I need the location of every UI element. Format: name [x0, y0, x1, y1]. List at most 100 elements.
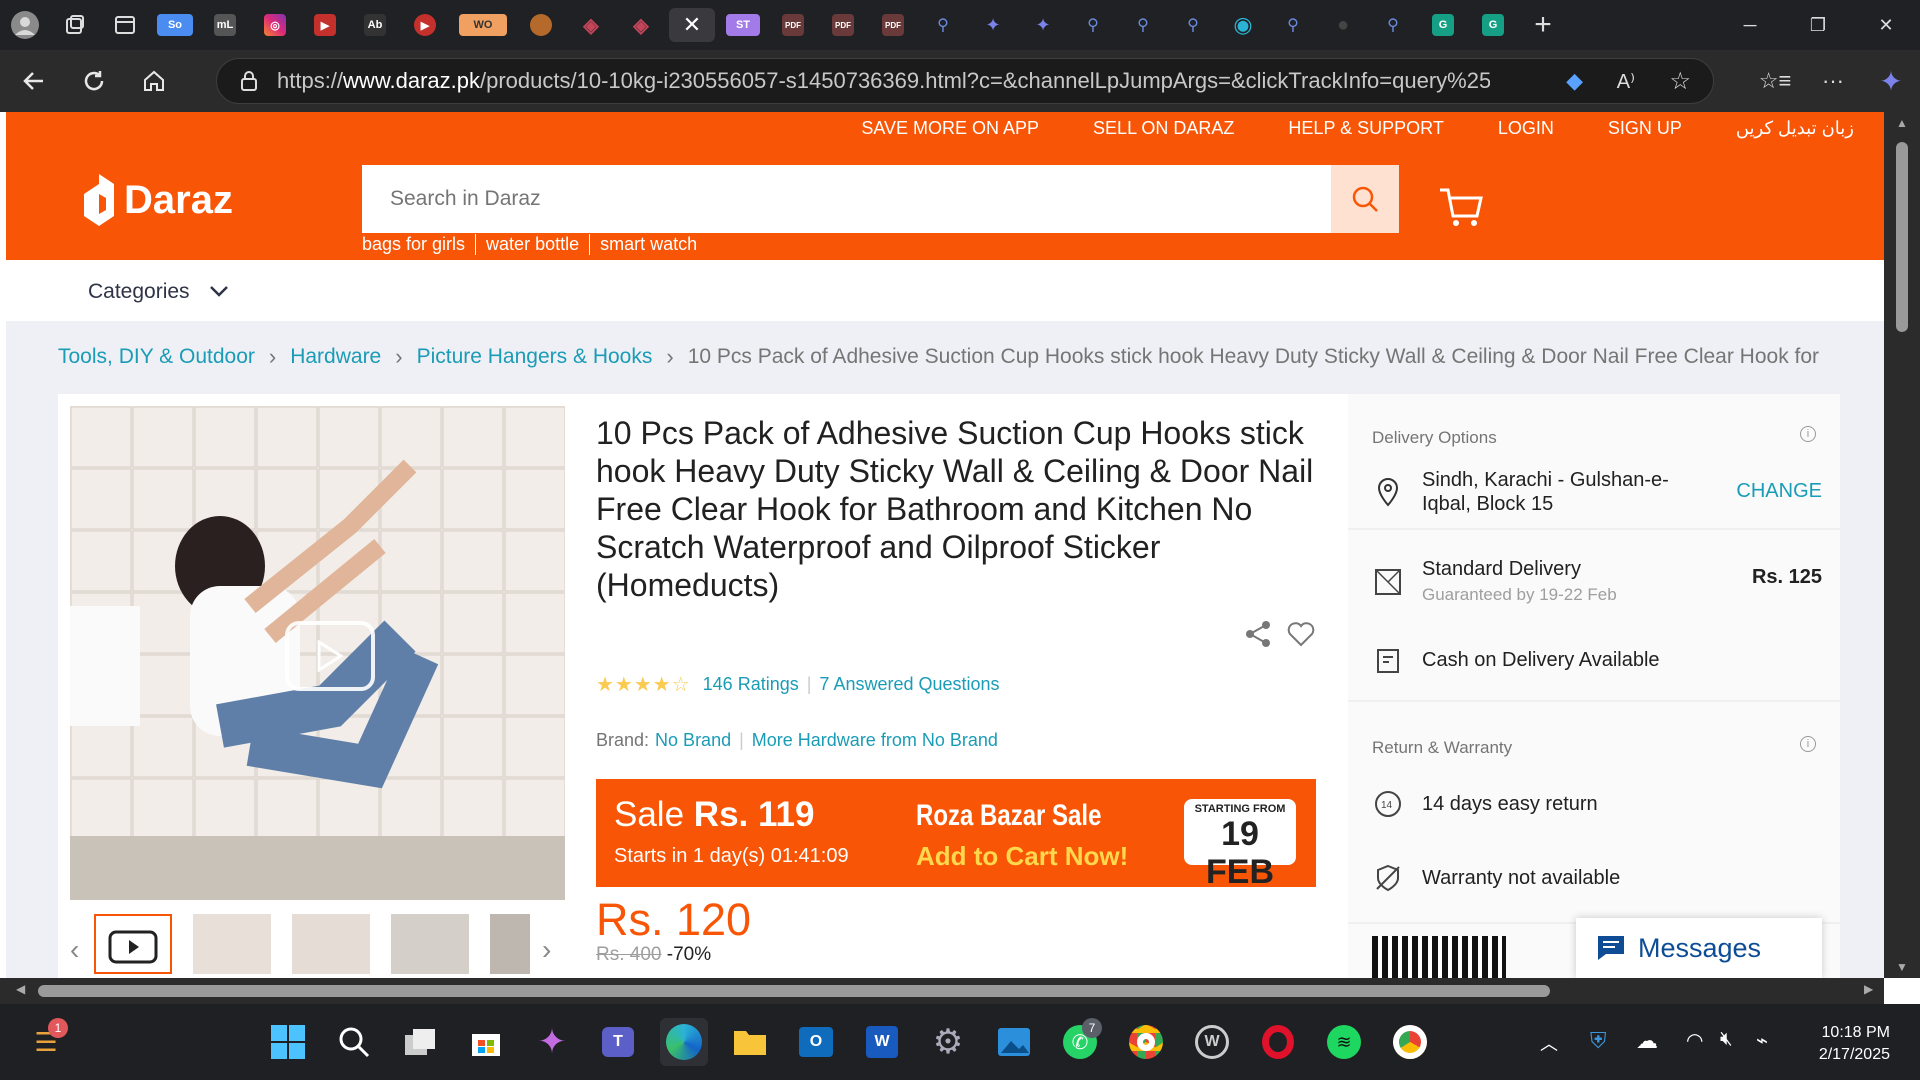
home-button[interactable] — [128, 55, 180, 107]
copilot-button[interactable]: ✦ — [1862, 65, 1920, 98]
tab-instagram[interactable]: ◎ — [253, 8, 297, 42]
tab-grammarly-1[interactable]: G — [1421, 8, 1465, 42]
chevron-right-icon[interactable]: › — [542, 934, 551, 966]
sale-banner[interactable]: Sale Rs. 119 Starts in 1 day(s) 01:41:09… — [596, 779, 1316, 891]
tab-copilot-1[interactable]: ✦ — [971, 8, 1015, 42]
tab-ml[interactable]: mL — [203, 8, 247, 42]
more-menu-button[interactable]: ··· — [1804, 68, 1862, 94]
speaker-muted-icon[interactable]: 🔇︎ — [1720, 1028, 1733, 1051]
brand-link[interactable]: No Brand — [655, 730, 731, 751]
scroll-left-icon[interactable]: ◀ — [16, 982, 25, 996]
refresh-button[interactable] — [68, 55, 120, 107]
chevron-left-icon[interactable]: ‹ — [70, 934, 79, 966]
questions-link[interactable]: 7 Answered Questions — [819, 674, 999, 695]
tab-copilot-2[interactable]: ✦ — [1021, 8, 1065, 42]
thumbnail-image[interactable] — [193, 914, 271, 974]
favorites-button[interactable]: ☆≡ — [1746, 68, 1804, 94]
restore-button[interactable]: ❐ — [1784, 0, 1852, 50]
battery-charging-icon[interactable]: ⌁ — [1756, 1028, 1768, 1053]
tab-pdf-3[interactable]: PDF — [871, 8, 915, 42]
vertical-scrollbar[interactable]: ▲ ▼ — [1884, 112, 1920, 978]
new-tab-button[interactable]: + — [1521, 8, 1565, 42]
scroll-thumb[interactable] — [38, 985, 1550, 997]
tab-youtube[interactable]: ▶ — [303, 8, 347, 42]
info-icon[interactable]: i — [1800, 426, 1816, 442]
tab-diamond-1[interactable]: ◈ — [569, 8, 613, 42]
info-icon[interactable]: i — [1800, 736, 1816, 752]
tab-so[interactable]: So — [153, 8, 197, 42]
tab-search-6[interactable]: ⚲ — [1371, 8, 1415, 42]
more-from-brand-link[interactable]: More Hardware from No Brand — [752, 730, 998, 751]
scroll-right-icon[interactable]: ▶ — [1864, 982, 1873, 996]
sell-on-daraz-link[interactable]: SELL ON DARAZ — [1093, 118, 1234, 139]
categories-menu[interactable]: Categories — [88, 280, 229, 304]
read-aloud-icon[interactable]: A⁾ — [1617, 69, 1635, 94]
suggestion-link[interactable]: water bottle — [475, 234, 589, 255]
suggestion-link[interactable]: bags for girls — [362, 234, 475, 255]
messages-widget[interactable]: Messages — [1576, 918, 1822, 978]
settings-button[interactable]: ⚙ — [924, 1018, 972, 1066]
scroll-down-icon[interactable]: ▼ — [1896, 960, 1908, 974]
workspaces-button[interactable] — [53, 8, 97, 42]
help-support-link[interactable]: HELP & SUPPORT — [1288, 118, 1443, 139]
photos-button[interactable] — [990, 1018, 1038, 1066]
search-button[interactable] — [330, 1018, 378, 1066]
share-icon[interactable] — [1244, 620, 1272, 648]
system-clock[interactable]: 10:18 PM 2/17/2025 — [1819, 1022, 1890, 1066]
outlook-button[interactable]: O — [792, 1018, 840, 1066]
onedrive-cloud-icon[interactable]: ☁ — [1636, 1028, 1658, 1054]
tab-youtube-2[interactable]: ▶ — [403, 8, 447, 42]
widgets-button[interactable]: ☰ 1 — [22, 1018, 70, 1066]
edge-taskbar-button[interactable] — [660, 1018, 708, 1066]
tab-daraz-active[interactable]: ✕ — [669, 8, 715, 42]
search-input[interactable] — [362, 169, 1312, 229]
tab-orange-site[interactable] — [519, 8, 563, 42]
thumbnail-image[interactable] — [292, 914, 370, 974]
tab-github[interactable]: ● — [1321, 8, 1365, 42]
close-window-button[interactable]: ✕ — [1852, 0, 1920, 50]
scroll-thumb[interactable] — [1896, 142, 1908, 332]
coupon-tag-icon[interactable]: ◆ — [1566, 68, 1583, 94]
login-link[interactable]: LOGIN — [1498, 118, 1554, 139]
chrome-profile-a-button[interactable] — [1122, 1018, 1170, 1066]
tab-grammarly-2[interactable]: G — [1471, 8, 1515, 42]
task-view-button[interactable] — [396, 1018, 444, 1066]
file-explorer-button[interactable] — [726, 1018, 774, 1066]
breadcrumb-link[interactable]: Hardware — [290, 345, 381, 369]
suggestion-link[interactable]: smart watch — [589, 234, 707, 255]
copilot-app-button[interactable]: ✦ — [528, 1018, 576, 1066]
play-video-button[interactable] — [285, 621, 375, 691]
wordpress-button[interactable]: W — [1188, 1018, 1236, 1066]
change-location-button[interactable]: CHANGE — [1736, 480, 1822, 503]
url-bar[interactable]: https://www.daraz.pk/products/10-10kg-i2… — [216, 58, 1714, 104]
scroll-up-icon[interactable]: ▲ — [1896, 116, 1908, 130]
daraz-logo[interactable]: Daraz — [82, 172, 233, 228]
minimize-button[interactable]: ─ — [1716, 0, 1784, 50]
tab-st[interactable]: ST — [721, 8, 765, 42]
defender-shield-icon[interactable]: ⛨ — [1590, 1028, 1607, 1054]
thumbnail-video[interactable] — [94, 914, 172, 974]
search-button[interactable] — [1331, 165, 1399, 233]
favorite-star-icon[interactable]: ☆ — [1669, 67, 1691, 96]
signup-link[interactable]: SIGN UP — [1608, 118, 1682, 139]
whatsapp-button[interactable]: ✆ 7 — [1056, 1018, 1104, 1066]
opera-button[interactable] — [1254, 1018, 1302, 1066]
tab-diamond-2[interactable]: ◈ — [619, 8, 663, 42]
thumbnail-image[interactable] — [490, 914, 530, 974]
tab-search-4[interactable]: ⚲ — [1171, 8, 1215, 42]
heart-icon[interactable] — [1286, 620, 1316, 648]
back-button[interactable] — [8, 55, 60, 107]
product-image[interactable] — [70, 406, 565, 900]
tab-edge[interactable]: ◉ — [1221, 8, 1265, 42]
tab-search-1[interactable]: ⚲ — [921, 8, 965, 42]
close-tab-icon[interactable]: ✕ — [683, 12, 701, 38]
tab-actions-button[interactable] — [103, 8, 147, 42]
word-button[interactable]: W — [858, 1018, 906, 1066]
store-button[interactable] — [462, 1018, 510, 1066]
horizontal-scrollbar[interactable]: ◀ ▶ — [0, 978, 1884, 1004]
show-hidden-icons[interactable]: ︿ — [1540, 1030, 1558, 1056]
profile-button[interactable] — [3, 8, 47, 42]
wifi-icon[interactable]: ◠ — [1686, 1028, 1703, 1053]
save-more-on-app-link[interactable]: SAVE MORE ON APP — [861, 118, 1039, 139]
ratings-link[interactable]: 146 Ratings — [703, 674, 799, 695]
